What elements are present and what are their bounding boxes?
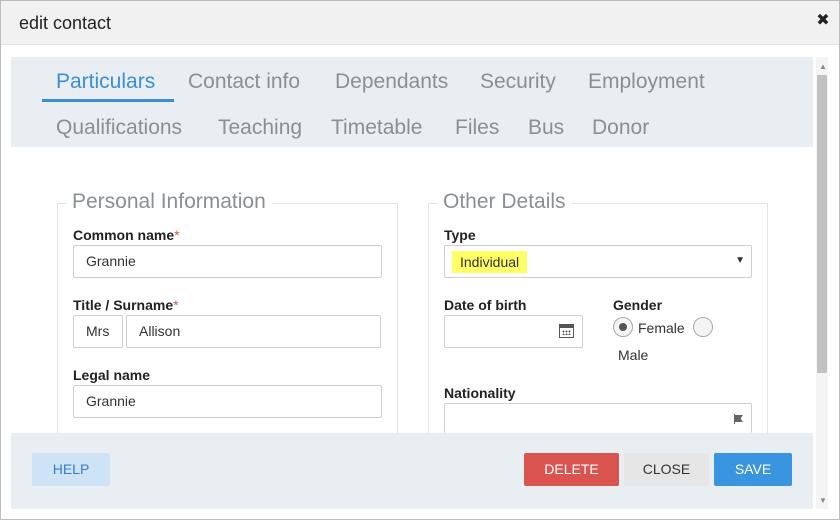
date-of-birth-label: Date of birth (444, 297, 527, 313)
tab-employment[interactable]: Employment (588, 70, 705, 94)
tab-timetable[interactable]: Timetable (331, 116, 422, 140)
title-surname-label: Title / Surname* (73, 297, 179, 313)
chevron-down-icon: ▼ (735, 255, 745, 266)
active-tab-indicator (42, 99, 174, 102)
required-marker: * (174, 227, 180, 243)
legal-name-label: Legal name (73, 367, 151, 383)
tab-donor[interactable]: Donor (592, 116, 649, 140)
tab-contact-info[interactable]: Contact info (188, 70, 300, 94)
gender-female-radio[interactable] (613, 317, 633, 337)
other-details-legend: Other Details (437, 190, 572, 214)
surname-input[interactable]: Allison (126, 315, 381, 348)
gender-label: Gender (613, 297, 663, 313)
close-button[interactable]: CLOSE (624, 453, 709, 486)
legal-name-input[interactable]: Grannie (73, 385, 382, 418)
flag-icon (735, 415, 743, 422)
vertical-scrollbar[interactable]: ▲ ▼ (816, 57, 828, 509)
nationality-label: Nationality (444, 385, 516, 401)
date-of-birth-input[interactable] (444, 315, 583, 348)
scrollbar-thumb[interactable] (817, 75, 827, 373)
tab-security[interactable]: Security (480, 70, 556, 94)
scroll-up-icon[interactable]: ▲ (819, 62, 827, 71)
gender-male-label: Male (618, 347, 649, 363)
edit-contact-dialog: edit contact ✖ Particulars Contact info … (0, 0, 840, 520)
dialog-footer: HELP DELETE CLOSE SAVE (11, 433, 813, 509)
nationality-input[interactable] (444, 403, 752, 433)
title-input[interactable]: Mrs (73, 315, 123, 348)
gender-male-radio[interactable] (693, 317, 713, 337)
tab-bus[interactable]: Bus (528, 116, 564, 140)
tab-teaching[interactable]: Teaching (218, 116, 302, 140)
gender-female-label: Female (638, 320, 685, 336)
personal-information-legend: Personal Information (66, 190, 272, 214)
tab-particulars[interactable]: Particulars (56, 70, 155, 94)
type-label: Type (444, 227, 476, 243)
calendar-icon[interactable] (559, 324, 574, 338)
scroll-down-icon[interactable]: ▼ (819, 496, 827, 505)
close-icon[interactable]: ✖ (815, 12, 831, 30)
type-selected-value: Individual (452, 251, 528, 273)
required-marker: * (173, 297, 179, 313)
dialog-titlebar: edit contact ✖ (1, 1, 839, 45)
tab-bar: Particulars Contact info Dependants Secu… (11, 57, 813, 147)
dialog-title: edit contact (19, 13, 112, 33)
delete-button[interactable]: DELETE (524, 453, 619, 486)
help-button[interactable]: HELP (32, 453, 110, 486)
type-select[interactable]: Individual ▼ (444, 245, 752, 278)
tab-qualifications[interactable]: Qualifications (56, 116, 182, 140)
common-name-input[interactable]: Grannie (73, 245, 382, 278)
tab-files[interactable]: Files (455, 116, 499, 140)
common-name-label: Common name* (73, 227, 180, 243)
tab-dependants[interactable]: Dependants (335, 70, 448, 94)
save-button[interactable]: SAVE (714, 453, 792, 486)
